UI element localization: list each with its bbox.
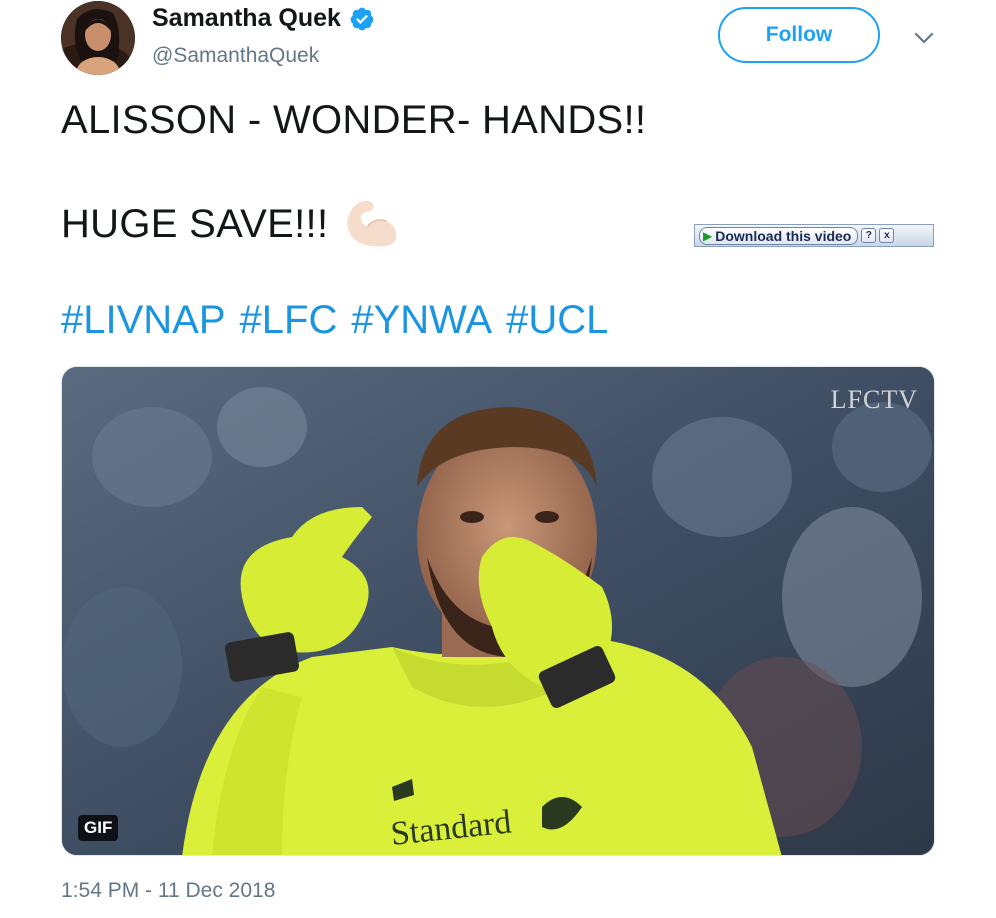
- hashtag-link[interactable]: #UCL: [506, 298, 608, 342]
- verified-badge-icon: [350, 7, 374, 30]
- help-button[interactable]: ?: [861, 228, 877, 243]
- hashtag-link[interactable]: #LIVNAP: [61, 298, 226, 342]
- author-name[interactable]: Samantha Quek: [152, 4, 375, 33]
- lfctv-watermark: LFCTV: [830, 385, 918, 414]
- tweet-timestamp[interactable]: 1:54 PM - 11 Dec 2018: [61, 879, 275, 903]
- hashtag-link[interactable]: #YNWA: [351, 298, 492, 342]
- gif-frame-image: Standard: [62, 367, 934, 855]
- download-video-label: Download this video: [715, 227, 852, 244]
- download-video-button[interactable]: ▶ Download this video: [699, 226, 859, 245]
- chevron-down-icon[interactable]: [912, 26, 936, 50]
- hashtag-list: #LIVNAP #LFC #YNWA #UCL: [61, 298, 622, 343]
- avatar[interactable]: [61, 1, 135, 75]
- tweet-text-line-1: ALISSON - WONDER- HANDS!!: [61, 98, 647, 142]
- author-display-name[interactable]: Samantha Quek: [152, 4, 341, 33]
- download-video-toolbar: ▶ Download this video ? x: [694, 224, 934, 247]
- close-button[interactable]: x: [879, 228, 895, 243]
- flexed-biceps-icon: [347, 200, 397, 247]
- follow-button[interactable]: Follow: [718, 7, 880, 63]
- tweet-media-gif[interactable]: Standard LFCTV GIF: [61, 366, 935, 856]
- avatar-image: [61, 1, 135, 75]
- author-handle[interactable]: @SamanthaQuek: [152, 44, 319, 68]
- tweet-text-line-2: HUGE SAVE!!!: [61, 198, 400, 250]
- gif-badge: GIF: [78, 815, 119, 841]
- play-icon: ▶: [703, 228, 713, 243]
- hashtag-link[interactable]: #LFC: [240, 298, 338, 342]
- tweet-text-line-2-text: HUGE SAVE!!!: [61, 201, 329, 246]
